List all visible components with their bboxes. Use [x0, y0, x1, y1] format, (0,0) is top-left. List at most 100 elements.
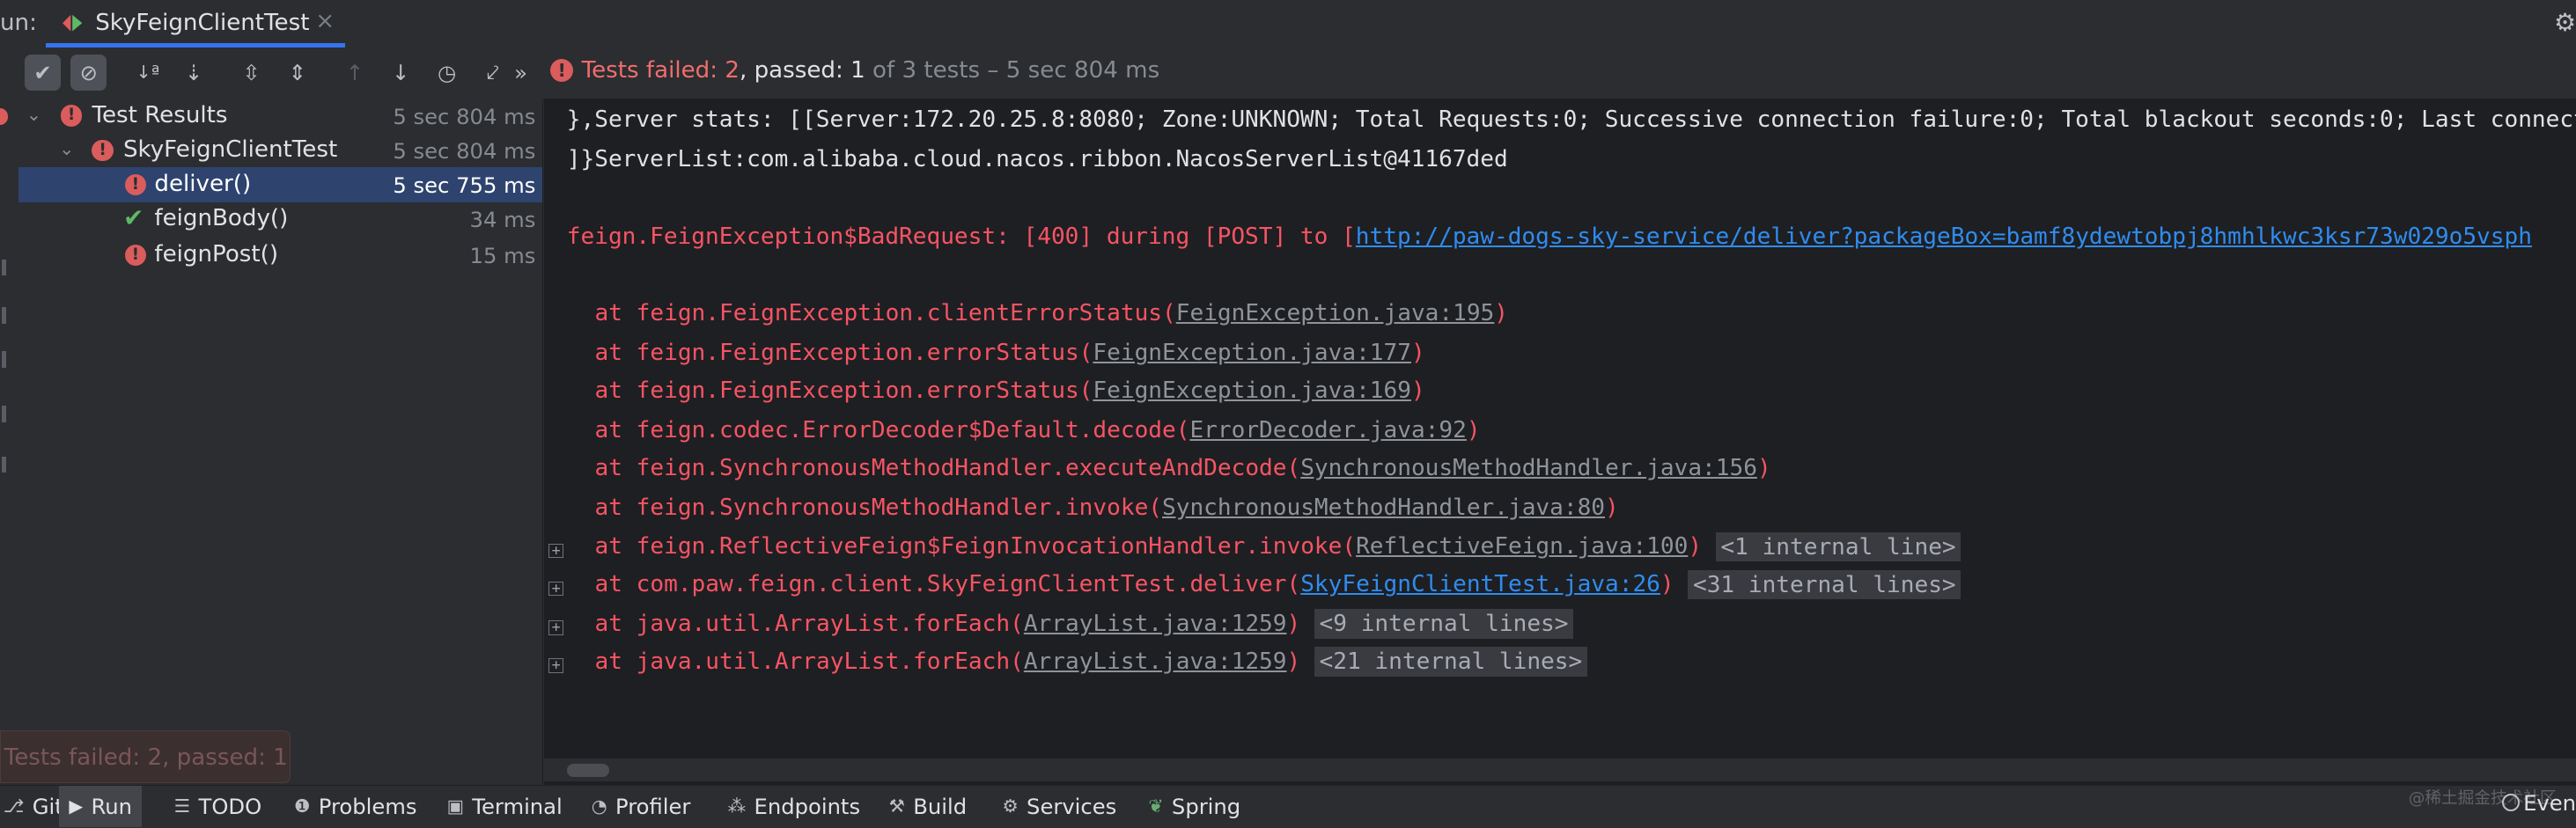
source-file-link[interactable]: SynchronousMethodHandler.java:80 [1162, 495, 1605, 521]
expand-fold-icon[interactable]: + [548, 542, 564, 559]
error-marker [0, 108, 9, 125]
strip-marker [1, 351, 7, 368]
show-passed-button[interactable]: ✔ [24, 54, 62, 91]
tool-profiler[interactable]: ◔ Profiler [592, 786, 691, 827]
stack-frame: at feign.SynchronousMethodHandler.execut… [595, 455, 1771, 493]
chevron-down-icon[interactable]: ⌄ [59, 138, 74, 159]
gear-icon[interactable]: ⚙ [2554, 8, 2576, 37]
tool-label: Even [2523, 789, 2576, 816]
passed-checkmark-icon: ✔ [122, 203, 144, 233]
console-output[interactable]: },Server stats: [[Server:172.20.25.8:808… [543, 98, 2576, 785]
horizontal-scrollbar-track[interactable] [543, 758, 2576, 782]
test-history-button[interactable]: ◷ [429, 55, 465, 91]
source-file-link[interactable]: ArrayList.java:1259 [1024, 648, 1287, 675]
tool-label: Endpoints [754, 793, 861, 819]
tab-skyfeignclienttest[interactable]: SkyFeignClientTest × [46, 0, 345, 48]
source-file-link[interactable]: ReflectiveFeign.java:100 [1356, 533, 1688, 560]
test-results-tree: ⌄ ! Test Results 5 sec 804 ms ⌄ ! SkyFei… [18, 98, 543, 785]
sort-alphabetically-button[interactable]: ↓ª [129, 55, 166, 91]
stack-frame-close: ) [1410, 340, 1425, 367]
internal-lines-fold[interactable]: <21 internal lines> [1314, 647, 1587, 677]
tool-endpoints[interactable]: ⁂ Endpoints [728, 786, 860, 827]
source-file-link[interactable]: ErrorDecoder.java:92 [1189, 417, 1466, 443]
tree-node-label: feignPost() [154, 241, 279, 268]
stack-frame-method: at feign.SynchronousMethodHandler.execut… [594, 454, 1301, 481]
tool-spring[interactable]: ❦ Spring [1148, 786, 1240, 827]
stack-frame: at java.util.ArrayList.forEach(ArrayList… [595, 647, 1587, 686]
import-tests-button[interactable]: ⤦ [475, 55, 511, 91]
stack-frame: at feign.ReflectiveFeign$FeignInvocation… [595, 531, 1961, 571]
test-status-summary: Tests failed: 2, passed: 1 of 3 tests – … [582, 57, 1160, 84]
expand-fold-icon[interactable]: + [548, 619, 564, 636]
chevron-down-icon[interactable]: ⌄ [26, 104, 41, 125]
tool-problems[interactable]: ❶ Problems [294, 786, 417, 827]
notification-text: Tests failed: 2, passed: 1 [4, 744, 288, 772]
tests-total-duration: of 3 tests – 5 sec 804 ms [865, 57, 1160, 84]
test-run-icon [62, 14, 83, 32]
failed-icon: ! [124, 245, 147, 267]
source-file-link[interactable]: FeignException.java:169 [1093, 377, 1411, 404]
tool-run[interactable]: ▶ Run [59, 785, 143, 827]
strip-marker [1, 259, 7, 276]
tool-label: Build [913, 793, 968, 819]
run-tab-bar: un: SkyFeignClientTest × ⚙ [0, 0, 2576, 49]
more-actions-button[interactable]: » [509, 55, 532, 91]
tool-terminal[interactable]: ▣ Terminal [447, 786, 563, 827]
sort-by-duration-button[interactable]: ⇣ [176, 55, 212, 91]
tree-node-suite[interactable]: ⌄ ! SkyFeignClientTest 5 sec 804 ms [18, 133, 542, 167]
stack-frame: at feign.FeignException.errorStatus(Feig… [595, 377, 1425, 415]
stack-frame-close: ) [1286, 611, 1301, 638]
source-file-link[interactable]: FeignException.java:195 [1176, 300, 1495, 326]
source-file-link[interactable]: FeignException.java:177 [1093, 340, 1411, 366]
sort-by-duration-icon: ⇣ [185, 59, 203, 85]
tree-node-deliver[interactable]: ! deliver() 5 sec 755 ms [18, 167, 542, 202]
collapse-all-button[interactable]: ⇕ [279, 55, 315, 91]
test-toolbar: ✔ ⊘ ↓ª ⇣ ⇳ ⇕ ↑ ↓ ◷ ⤦ » [0, 48, 2576, 99]
exception-url-link[interactable]: http://paw-dogs-sky-service/deliver?pack… [1356, 223, 2532, 250]
stack-frame-method: at feign.codec.ErrorDecoder$Default.deco… [594, 416, 1190, 443]
previous-failed-test-button[interactable]: ↑ [337, 55, 373, 91]
source-file-link[interactable]: SkyFeignClientTest.java:26 [1300, 571, 1660, 597]
stack-frame: at feign.SynchronousMethodHandler.invoke… [595, 495, 1619, 532]
source-file-link[interactable]: ArrayList.java:1259 [1024, 611, 1287, 637]
expand-fold-icon[interactable]: + [548, 657, 564, 674]
stack-frame: at feign.FeignException.errorStatus(Feig… [595, 340, 1425, 377]
stack-frame-method: at feign.FeignException.clientErrorStatu… [594, 300, 1176, 327]
tool-label: Run [91, 793, 132, 819]
console-line: },Server stats: [[Server:172.20.25.8:808… [566, 106, 2576, 134]
tool-label: Terminal [472, 793, 563, 819]
tool-todo[interactable]: ☰ TODO [174, 786, 261, 827]
next-failed-test-button[interactable]: ↓ [383, 55, 419, 91]
internal-lines-fold[interactable]: <9 internal lines> [1314, 609, 1574, 640]
internal-lines-fold[interactable]: <1 internal line> [1715, 531, 1961, 562]
show-ignored-button[interactable]: ⊘ [70, 54, 107, 91]
history-icon: ◷ [437, 59, 457, 85]
failed-icon: ! [124, 173, 147, 196]
endpoints-icon: ⁂ [727, 795, 747, 817]
expand-fold-icon[interactable]: + [548, 580, 564, 597]
tab-title: SkyFeignClientTest [95, 10, 310, 37]
tests-failed-count: Tests failed: 2 [581, 57, 740, 84]
horizontal-scrollbar-thumb[interactable] [566, 763, 610, 777]
close-icon[interactable]: × [315, 8, 335, 34]
arrow-down-icon: ↓ [392, 59, 410, 85]
tool-event-log[interactable]: Even [2501, 789, 2576, 816]
tests-failed-notification[interactable]: Tests failed: 2, passed: 1 [0, 730, 291, 784]
run-label: un: [0, 10, 37, 37]
source-file-link[interactable]: SynchronousMethodHandler.java:156 [1300, 455, 1757, 481]
stack-frame-close: ) [1756, 454, 1771, 481]
tool-git[interactable]: ⎇ Git [4, 786, 63, 827]
internal-lines-fold[interactable]: <31 internal lines> [1688, 569, 1961, 600]
tree-node-test-results[interactable]: ⌄ ! Test Results 5 sec 804 ms [18, 99, 542, 133]
import-icon: ⤦ [486, 59, 499, 85]
tree-node-feignbody[interactable]: ✔ feignBody() 34 ms [18, 202, 542, 237]
stack-frame: at com.paw.feign.client.SkyFeignClientTe… [595, 569, 1961, 609]
tool-services[interactable]: ⚙ Services [1002, 786, 1116, 827]
expand-all-button[interactable]: ⇳ [233, 55, 269, 91]
failed-icon: ! [61, 105, 83, 127]
tool-label: TODO [198, 793, 262, 819]
collapse-all-icon: ⇕ [288, 59, 306, 85]
tree-node-feignpost[interactable]: ! feignPost() 15 ms [18, 238, 542, 273]
tool-build[interactable]: ⚒ Build [889, 786, 968, 827]
